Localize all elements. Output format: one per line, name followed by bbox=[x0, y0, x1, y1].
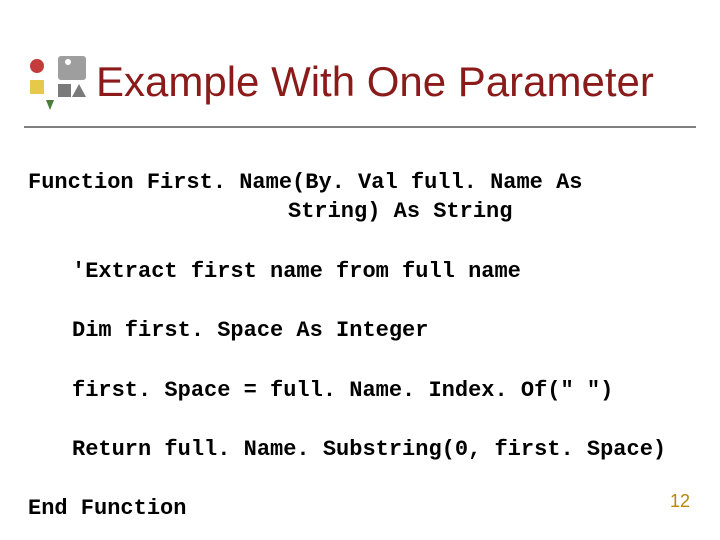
logo-icon bbox=[24, 50, 88, 114]
code-block: Function First. Name(By. Val full. Name … bbox=[0, 138, 720, 540]
code-line: Function First. Name(By. Val full. Name … bbox=[28, 170, 583, 195]
slide-title: Example With One Parameter bbox=[96, 59, 654, 105]
code-line: 'Extract first name from full name bbox=[28, 257, 692, 287]
divider bbox=[24, 126, 696, 128]
slide: Example With One Parameter Function Firs… bbox=[0, 0, 720, 540]
page-number: 12 bbox=[670, 491, 690, 512]
slide-header: Example With One Parameter bbox=[0, 0, 720, 122]
code-line: Dim first. Space As Integer bbox=[28, 316, 692, 346]
code-line: first. Space = full. Name. Index. Of(" "… bbox=[28, 376, 692, 406]
code-line: Return full. Name. Substring(0, first. S… bbox=[28, 435, 692, 465]
code-line: String) As String bbox=[28, 197, 692, 227]
code-line: End Function bbox=[28, 496, 186, 521]
